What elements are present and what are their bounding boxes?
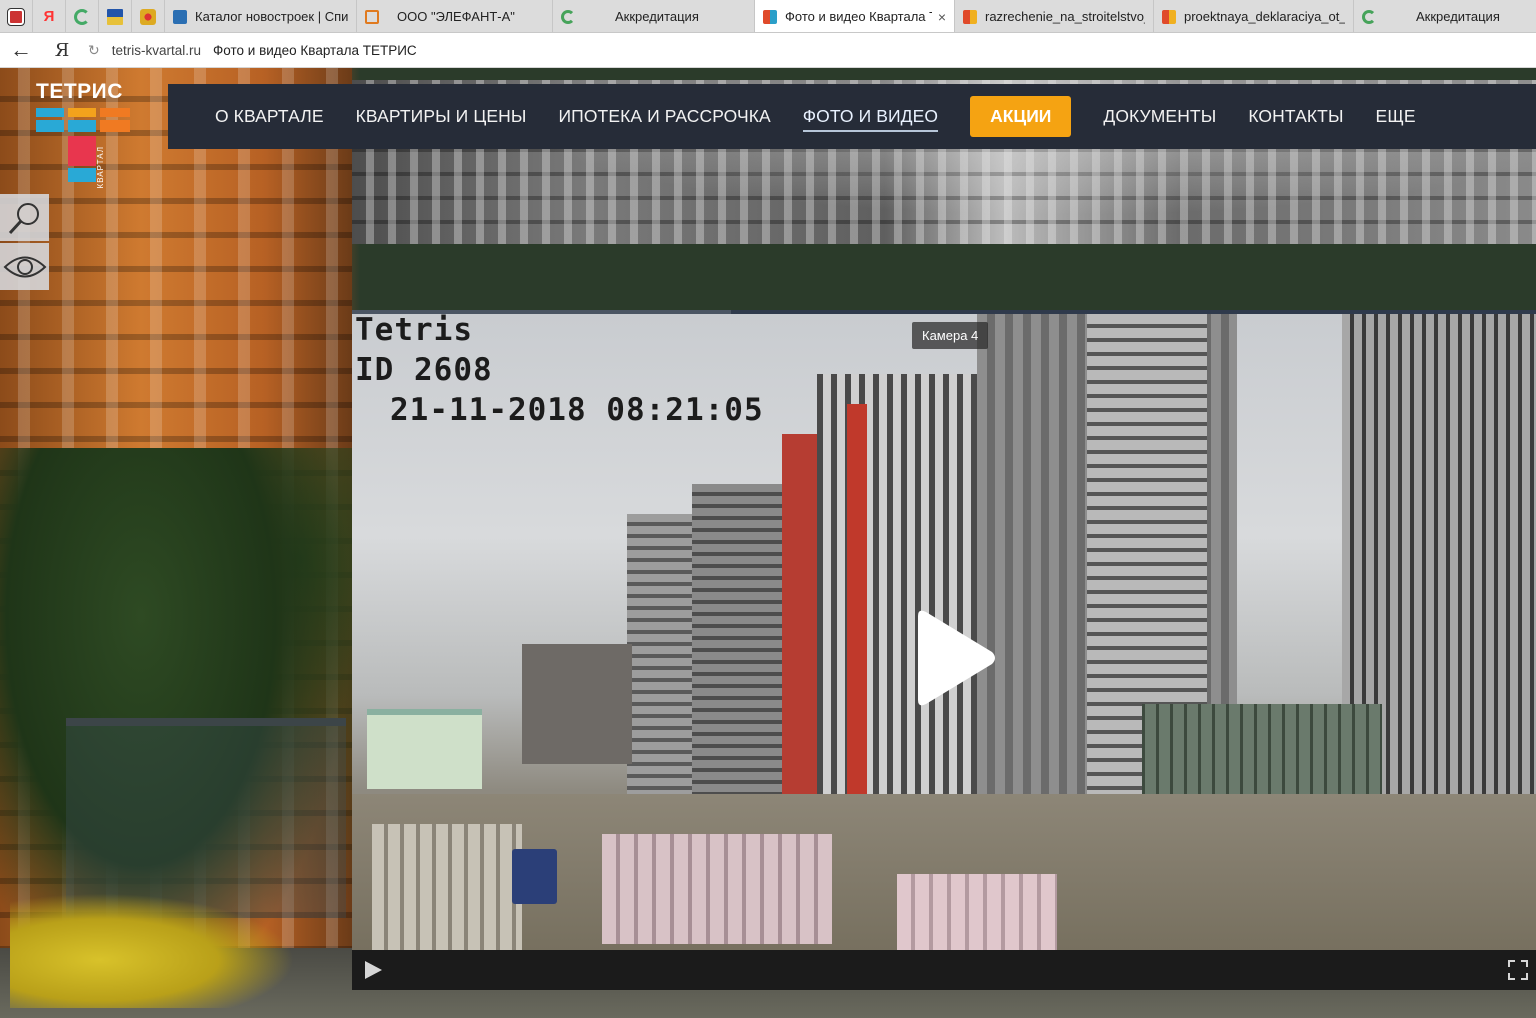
url-field[interactable]: ↻ tetris-kvartal.ru Фото и видео Квартал…	[82, 35, 1530, 65]
close-tab-icon[interactable]: ×	[938, 9, 946, 25]
emblem-icon	[140, 8, 156, 25]
search-icon	[8, 202, 39, 234]
browser-tab[interactable]: Аккредитация	[553, 0, 755, 32]
refresh-app-icon	[74, 8, 90, 25]
catalog-favicon-icon	[173, 9, 187, 24]
osd-brand: Tetris	[355, 314, 473, 348]
url-page-title: Фото и видео Квартала ТЕТРИС	[213, 42, 417, 58]
scene-building	[782, 434, 822, 844]
fullscreen-icon[interactable]	[1508, 960, 1528, 980]
tab-title: proektnaya_deklaraciya_ot_3	[1184, 9, 1345, 24]
browser-tab[interactable]: ООО "ЭЛЕФАНТ-А"	[357, 0, 553, 32]
logo-text: ТЕТРИС	[36, 80, 123, 103]
logo-block-icon	[68, 136, 96, 166]
nav-about[interactable]: О КВАРТАЛЕ	[215, 106, 324, 127]
refresh-favicon-icon	[561, 9, 575, 24]
site-nav: О КВАРТАЛЕ КВАРТИРЫ И ЦЕНЫ ИПОТЕКА И РАС…	[168, 84, 1536, 149]
browser-tab[interactable]: Каталог новостроек | Список	[165, 0, 357, 32]
player-controls	[352, 950, 1536, 990]
play-icon[interactable]	[908, 608, 998, 708]
back-arrow-icon[interactable]: ←	[0, 33, 42, 68]
osd-camera-id: ID 2608	[355, 352, 493, 388]
scene-cabins	[367, 709, 482, 789]
nav-mortgage[interactable]: ИПОТЕКА И РАССРОЧКА	[558, 106, 770, 127]
camera-video-player[interactable]: Tetris ID 2608 21-11-2018 08:21:05 Камер…	[352, 310, 1536, 990]
video-frame[interactable]: Tetris ID 2608 21-11-2018 08:21:05 Камер…	[352, 314, 1536, 950]
browser-tab-active[interactable]: Фото и видео Квартала ТЕТРИС ×	[755, 0, 955, 32]
play-small-icon[interactable]	[362, 959, 384, 981]
browser-tab-strip: Я Каталог новостроек | Список ООО "ЭЛЕФА…	[0, 0, 1536, 33]
scene-material-stacks	[602, 834, 832, 944]
pinned-tab-mail[interactable]	[0, 0, 33, 32]
logo-block-icon	[100, 120, 130, 132]
tetris-favicon-icon	[963, 9, 977, 24]
tab-title: razrechenie_na_stroitelstvo_	[985, 9, 1145, 24]
nav-promotions-button[interactable]: АКЦИИ	[970, 96, 1072, 137]
nav-documents[interactable]: ДОКУМЕНТЫ	[1103, 106, 1216, 127]
pinned-tab-app[interactable]	[66, 0, 99, 32]
browser-tab[interactable]: Аккредитация	[1354, 0, 1536, 32]
eye-icon	[3, 256, 46, 277]
site-logo[interactable]: ТЕТРИС КВАРТАЛ	[30, 80, 140, 190]
nav-photo-video[interactable]: ФОТО И ВИДЕО	[802, 106, 939, 132]
tab-title: Аккредитация	[1416, 9, 1500, 24]
browser-tab[interactable]: razrechenie_na_stroitelstvo_	[955, 0, 1154, 32]
accessibility-button[interactable]	[0, 243, 49, 290]
refresh-favicon-icon	[1362, 9, 1376, 24]
camera-label: Камера 4	[912, 322, 989, 349]
browser-tab[interactable]: proektnaya_deklaraciya_ot_3	[1154, 0, 1354, 32]
reload-icon[interactable]: ↻	[88, 42, 100, 59]
tetris-favicon-icon	[763, 9, 777, 24]
search-button[interactable]	[0, 194, 49, 241]
logo-subtitle: КВАРТАЛ	[96, 146, 105, 189]
logo-block-icon	[68, 168, 96, 182]
pinned-tab-flag[interactable]	[99, 0, 132, 32]
tab-title: Аккредитация	[615, 9, 699, 24]
logo-block-icon	[68, 120, 96, 132]
tab-title: Фото и видео Квартала ТЕТРИС	[785, 9, 932, 24]
logo-block-icon	[36, 120, 64, 132]
scene-truck	[512, 849, 557, 904]
playground-background	[10, 888, 310, 1008]
nav-contacts[interactable]: КОНТАКТЫ	[1248, 106, 1343, 127]
scene-material-stacks	[897, 874, 1057, 950]
scene-building	[847, 404, 867, 844]
logo-block-icon	[100, 108, 130, 117]
mail-icon	[7, 7, 25, 26]
address-bar: ← Я ↻ tetris-kvartal.ru Фото и видео Ква…	[0, 33, 1536, 68]
logo-block-icon	[68, 108, 96, 117]
logo-block-icon	[36, 108, 64, 117]
nav-more[interactable]: ЕЩЕ	[1376, 106, 1416, 127]
tab-title: Каталог новостроек | Список	[195, 9, 348, 24]
ukraine-flag-icon	[107, 8, 123, 25]
osd-timestamp: 21-11-2018 08:21:05	[390, 392, 764, 428]
yandex-home-button[interactable]: Я	[42, 33, 82, 68]
scene-material-stacks	[372, 824, 522, 950]
checkbox-favicon-icon	[365, 9, 379, 24]
nav-apartments[interactable]: КВАРТИРЫ И ЦЕНЫ	[356, 106, 527, 127]
url-domain: tetris-kvartal.ru	[111, 42, 202, 58]
scene-low-building	[522, 644, 632, 764]
pinned-tab-yandex[interactable]: Я	[33, 0, 66, 32]
pinned-tab-emblem[interactable]	[132, 0, 165, 32]
tetris-favicon-icon	[1162, 9, 1176, 24]
yandex-icon: Я	[43, 8, 55, 25]
tab-title: ООО "ЭЛЕФАНТ-А"	[397, 9, 515, 24]
